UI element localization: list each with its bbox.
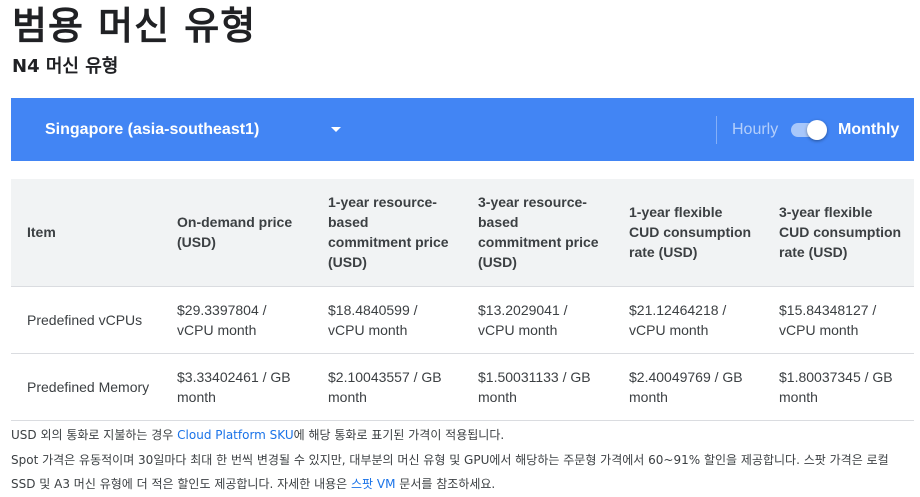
note-text: 에 해당 통화로 표기된 가격이 적용됩니다. — [293, 428, 505, 442]
column-header-item: Item — [27, 224, 56, 241]
table-cell: $2.40049769 / GB month — [629, 368, 743, 405]
table-cell: $29.3397804 / vCPU month — [177, 301, 267, 338]
spot-note: Spot 가격은 유동적이며 30일마다 최대 한 번씩 변경될 수 있지만, … — [11, 448, 914, 497]
table-cell: $1.80037345 / GB month — [779, 368, 893, 405]
column-header-3yr-resource: 3-year resource-based commitment price (… — [478, 194, 599, 271]
table-cell: $2.10043557 / GB month — [328, 368, 442, 405]
table-cell: Predefined Memory — [27, 378, 150, 395]
region-select-value: Singapore (asia-southeast1) — [45, 120, 260, 138]
column-header-1yr-resource: 1-year resource-based commitment price (… — [328, 194, 449, 271]
pricing-toolbar: Singapore (asia-southeast1) Hourly Month… — [11, 98, 914, 161]
monthly-label[interactable]: Monthly — [838, 98, 899, 161]
table-cell: $1.50031133 / GB month — [478, 368, 591, 405]
hourly-label[interactable]: Hourly — [732, 98, 778, 161]
table-cell: $18.4840599 / vCPU month — [328, 301, 418, 338]
page-title: 범용 머신 유형 — [12, 4, 257, 48]
billing-period-toggle[interactable] — [791, 120, 827, 140]
cloud-platform-sku-link[interactable]: Cloud Platform SKU — [177, 428, 293, 442]
table-cell: Predefined vCPUs — [27, 311, 143, 328]
column-header-3yr-flex: 3-year flexible CUD consumption rate (US… — [779, 204, 902, 261]
region-select[interactable]: Singapore (asia-southeast1) — [45, 98, 355, 161]
toggle-thumb — [807, 120, 827, 140]
pricing-table: Item On-demand price (USD) 1-year resour… — [11, 179, 914, 421]
pricing-notes: USD 외의 통화로 지불하는 경우 Cloud Platform SKU에 해… — [11, 423, 914, 497]
column-header-on-demand: On-demand price (USD) — [177, 214, 293, 251]
table-cell: $3.33402461 / GB month — [177, 368, 291, 405]
table-cell: $21.12464218 / vCPU month — [629, 301, 727, 338]
table-row: Predefined Memory $3.33402461 / GB month… — [11, 353, 914, 420]
column-header-1yr-flex: 1-year flexible CUD consumption rate (US… — [629, 204, 752, 261]
note-text: USD 외의 통화로 지불하는 경우 — [11, 428, 178, 442]
table-cell: $13.2029041 / vCPU month — [478, 301, 568, 338]
currency-note: USD 외의 통화로 지불하는 경우 Cloud Platform SKU에 해… — [11, 423, 914, 448]
page-subtitle: N4 머신 유형 — [12, 56, 119, 77]
toolbar-divider — [716, 116, 717, 144]
spot-vm-link[interactable]: 스팟 VM — [351, 477, 395, 491]
note-text: 문서를 참조하세요. — [395, 477, 496, 491]
table-header-row: Item On-demand price (USD) 1-year resour… — [11, 179, 914, 286]
table-cell: $15.84348127 / vCPU month — [779, 301, 877, 338]
table-row: Predefined vCPUs $29.3397804 / vCPU mont… — [11, 286, 914, 353]
caret-down-icon — [331, 127, 341, 132]
